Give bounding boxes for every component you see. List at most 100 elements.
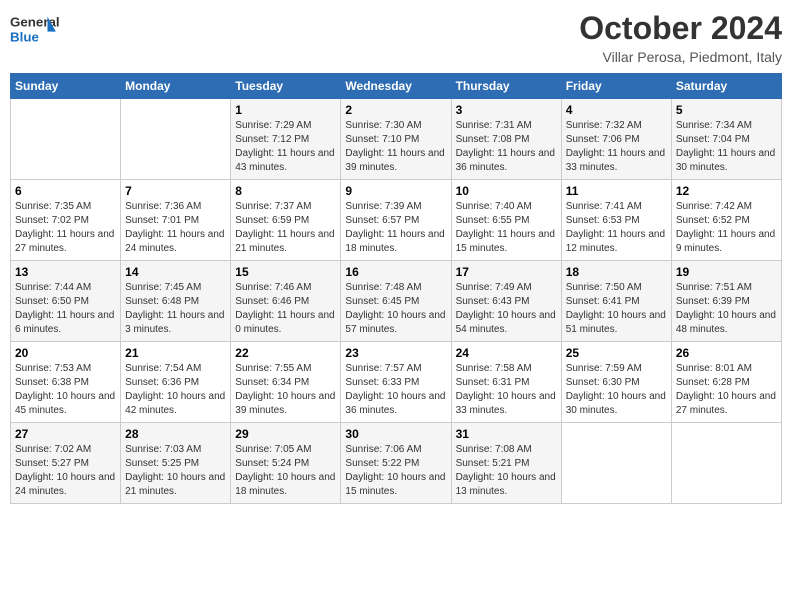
day-info: Sunrise: 7:57 AMSunset: 6:33 PMDaylight:… bbox=[345, 362, 446, 418]
day-cell-4-1: 28 Sunrise: 7:03 AMSunset: 5:25 PMDaylig… bbox=[121, 423, 231, 504]
day-cell-3-5: 25 Sunrise: 7:59 AMSunset: 6:30 PMDaylig… bbox=[561, 342, 671, 423]
location: Villar Perosa, Piedmont, Italy bbox=[579, 49, 782, 65]
day-number: 29 bbox=[235, 427, 336, 441]
day-number: 16 bbox=[345, 265, 446, 279]
day-number: 10 bbox=[456, 184, 557, 198]
day-number: 23 bbox=[345, 346, 446, 360]
week-row-0: 1 Sunrise: 7:29 AMSunset: 7:12 PMDayligh… bbox=[11, 99, 782, 180]
week-row-4: 27 Sunrise: 7:02 AMSunset: 5:27 PMDaylig… bbox=[11, 423, 782, 504]
day-cell-4-4: 31 Sunrise: 7:08 AMSunset: 5:21 PMDaylig… bbox=[451, 423, 561, 504]
header-monday: Monday bbox=[121, 74, 231, 99]
day-number: 7 bbox=[125, 184, 226, 198]
day-cell-3-4: 24 Sunrise: 7:58 AMSunset: 6:31 PMDaylig… bbox=[451, 342, 561, 423]
day-info: Sunrise: 7:32 AMSunset: 7:06 PMDaylight:… bbox=[566, 119, 667, 175]
day-cell-0-6: 5 Sunrise: 7:34 AMSunset: 7:04 PMDayligh… bbox=[671, 99, 781, 180]
day-cell-3-1: 21 Sunrise: 7:54 AMSunset: 6:36 PMDaylig… bbox=[121, 342, 231, 423]
day-cell-4-0: 27 Sunrise: 7:02 AMSunset: 5:27 PMDaylig… bbox=[11, 423, 121, 504]
day-info: Sunrise: 7:54 AMSunset: 6:36 PMDaylight:… bbox=[125, 362, 226, 418]
day-cell-1-2: 8 Sunrise: 7:37 AMSunset: 6:59 PMDayligh… bbox=[231, 180, 341, 261]
day-info: Sunrise: 7:35 AMSunset: 7:02 PMDaylight:… bbox=[15, 200, 116, 256]
day-cell-1-0: 6 Sunrise: 7:35 AMSunset: 7:02 PMDayligh… bbox=[11, 180, 121, 261]
day-info: Sunrise: 7:37 AMSunset: 6:59 PMDaylight:… bbox=[235, 200, 336, 256]
day-number: 9 bbox=[345, 184, 446, 198]
day-info: Sunrise: 7:02 AMSunset: 5:27 PMDaylight:… bbox=[15, 443, 116, 499]
day-number: 2 bbox=[345, 103, 446, 117]
day-number: 20 bbox=[15, 346, 116, 360]
day-number: 1 bbox=[235, 103, 336, 117]
day-cell-0-5: 4 Sunrise: 7:32 AMSunset: 7:06 PMDayligh… bbox=[561, 99, 671, 180]
day-number: 11 bbox=[566, 184, 667, 198]
day-number: 21 bbox=[125, 346, 226, 360]
day-cell-4-5 bbox=[561, 423, 671, 504]
calendar-table: Sunday Monday Tuesday Wednesday Thursday… bbox=[10, 73, 782, 504]
day-number: 13 bbox=[15, 265, 116, 279]
day-number: 18 bbox=[566, 265, 667, 279]
svg-text:Blue: Blue bbox=[10, 30, 39, 45]
day-cell-1-6: 12 Sunrise: 7:42 AMSunset: 6:52 PMDaylig… bbox=[671, 180, 781, 261]
day-cell-2-5: 18 Sunrise: 7:50 AMSunset: 6:41 PMDaylig… bbox=[561, 261, 671, 342]
day-info: Sunrise: 7:40 AMSunset: 6:55 PMDaylight:… bbox=[456, 200, 557, 256]
day-cell-3-6: 26 Sunrise: 8:01 AMSunset: 6:28 PMDaylig… bbox=[671, 342, 781, 423]
header-tuesday: Tuesday bbox=[231, 74, 341, 99]
day-info: Sunrise: 7:31 AMSunset: 7:08 PMDaylight:… bbox=[456, 119, 557, 175]
day-cell-0-3: 2 Sunrise: 7:30 AMSunset: 7:10 PMDayligh… bbox=[341, 99, 451, 180]
day-cell-0-1 bbox=[121, 99, 231, 180]
day-info: Sunrise: 7:53 AMSunset: 6:38 PMDaylight:… bbox=[15, 362, 116, 418]
day-info: Sunrise: 7:06 AMSunset: 5:22 PMDaylight:… bbox=[345, 443, 446, 499]
day-info: Sunrise: 7:48 AMSunset: 6:45 PMDaylight:… bbox=[345, 281, 446, 337]
header-friday: Friday bbox=[561, 74, 671, 99]
day-number: 6 bbox=[15, 184, 116, 198]
day-cell-3-2: 22 Sunrise: 7:55 AMSunset: 6:34 PMDaylig… bbox=[231, 342, 341, 423]
day-number: 5 bbox=[676, 103, 777, 117]
day-info: Sunrise: 7:42 AMSunset: 6:52 PMDaylight:… bbox=[676, 200, 777, 256]
day-number: 8 bbox=[235, 184, 336, 198]
day-cell-0-0 bbox=[11, 99, 121, 180]
day-info: Sunrise: 7:49 AMSunset: 6:43 PMDaylight:… bbox=[456, 281, 557, 337]
day-info: Sunrise: 7:29 AMSunset: 7:12 PMDaylight:… bbox=[235, 119, 336, 175]
day-info: Sunrise: 7:45 AMSunset: 6:48 PMDaylight:… bbox=[125, 281, 226, 337]
day-cell-4-2: 29 Sunrise: 7:05 AMSunset: 5:24 PMDaylig… bbox=[231, 423, 341, 504]
day-number: 30 bbox=[345, 427, 446, 441]
day-info: Sunrise: 7:44 AMSunset: 6:50 PMDaylight:… bbox=[15, 281, 116, 337]
day-number: 24 bbox=[456, 346, 557, 360]
day-number: 26 bbox=[676, 346, 777, 360]
month-title: October 2024 bbox=[579, 10, 782, 47]
day-cell-2-1: 14 Sunrise: 7:45 AMSunset: 6:48 PMDaylig… bbox=[121, 261, 231, 342]
day-info: Sunrise: 7:08 AMSunset: 5:21 PMDaylight:… bbox=[456, 443, 557, 499]
day-info: Sunrise: 7:34 AMSunset: 7:04 PMDaylight:… bbox=[676, 119, 777, 175]
day-info: Sunrise: 7:59 AMSunset: 6:30 PMDaylight:… bbox=[566, 362, 667, 418]
day-info: Sunrise: 7:50 AMSunset: 6:41 PMDaylight:… bbox=[566, 281, 667, 337]
day-info: Sunrise: 7:55 AMSunset: 6:34 PMDaylight:… bbox=[235, 362, 336, 418]
week-row-1: 6 Sunrise: 7:35 AMSunset: 7:02 PMDayligh… bbox=[11, 180, 782, 261]
day-info: Sunrise: 7:51 AMSunset: 6:39 PMDaylight:… bbox=[676, 281, 777, 337]
day-cell-4-6 bbox=[671, 423, 781, 504]
day-cell-4-3: 30 Sunrise: 7:06 AMSunset: 5:22 PMDaylig… bbox=[341, 423, 451, 504]
logo: General Blue bbox=[10, 10, 60, 50]
day-info: Sunrise: 7:36 AMSunset: 7:01 PMDaylight:… bbox=[125, 200, 226, 256]
day-number: 15 bbox=[235, 265, 336, 279]
weekday-header-row: Sunday Monday Tuesday Wednesday Thursday… bbox=[11, 74, 782, 99]
day-number: 14 bbox=[125, 265, 226, 279]
day-cell-0-2: 1 Sunrise: 7:29 AMSunset: 7:12 PMDayligh… bbox=[231, 99, 341, 180]
day-info: Sunrise: 7:58 AMSunset: 6:31 PMDaylight:… bbox=[456, 362, 557, 418]
day-cell-2-6: 19 Sunrise: 7:51 AMSunset: 6:39 PMDaylig… bbox=[671, 261, 781, 342]
day-number: 12 bbox=[676, 184, 777, 198]
day-info: Sunrise: 7:39 AMSunset: 6:57 PMDaylight:… bbox=[345, 200, 446, 256]
day-cell-1-3: 9 Sunrise: 7:39 AMSunset: 6:57 PMDayligh… bbox=[341, 180, 451, 261]
logo-icon: General Blue bbox=[10, 10, 60, 50]
day-number: 31 bbox=[456, 427, 557, 441]
day-info: Sunrise: 7:30 AMSunset: 7:10 PMDaylight:… bbox=[345, 119, 446, 175]
day-cell-0-4: 3 Sunrise: 7:31 AMSunset: 7:08 PMDayligh… bbox=[451, 99, 561, 180]
day-cell-1-1: 7 Sunrise: 7:36 AMSunset: 7:01 PMDayligh… bbox=[121, 180, 231, 261]
week-row-2: 13 Sunrise: 7:44 AMSunset: 6:50 PMDaylig… bbox=[11, 261, 782, 342]
page-header: General Blue October 2024 Villar Perosa,… bbox=[10, 10, 782, 65]
day-number: 19 bbox=[676, 265, 777, 279]
day-info: Sunrise: 7:41 AMSunset: 6:53 PMDaylight:… bbox=[566, 200, 667, 256]
day-number: 25 bbox=[566, 346, 667, 360]
week-row-3: 20 Sunrise: 7:53 AMSunset: 6:38 PMDaylig… bbox=[11, 342, 782, 423]
day-info: Sunrise: 7:05 AMSunset: 5:24 PMDaylight:… bbox=[235, 443, 336, 499]
day-info: Sunrise: 8:01 AMSunset: 6:28 PMDaylight:… bbox=[676, 362, 777, 418]
day-cell-1-4: 10 Sunrise: 7:40 AMSunset: 6:55 PMDaylig… bbox=[451, 180, 561, 261]
day-cell-1-5: 11 Sunrise: 7:41 AMSunset: 6:53 PMDaylig… bbox=[561, 180, 671, 261]
day-cell-2-3: 16 Sunrise: 7:48 AMSunset: 6:45 PMDaylig… bbox=[341, 261, 451, 342]
